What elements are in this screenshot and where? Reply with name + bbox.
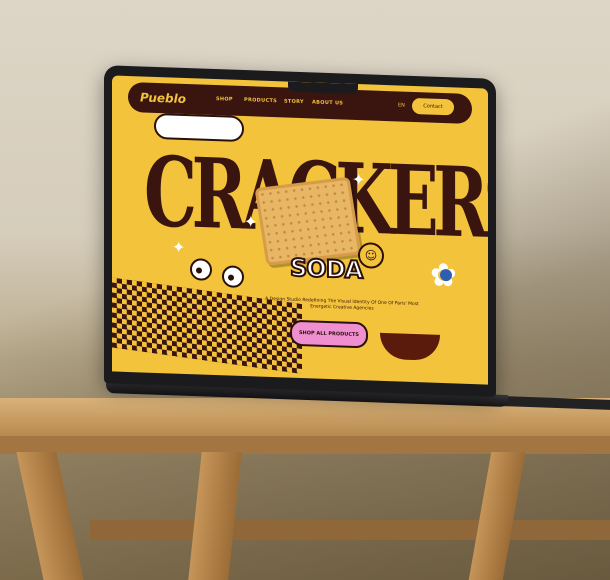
smiley-icon: ☺ xyxy=(358,242,384,269)
contact-button[interactable]: Contact xyxy=(412,97,454,116)
nav-shop[interactable]: SHOP xyxy=(216,96,233,103)
nav-story[interactable]: STORY xyxy=(284,98,304,105)
cup-illustration xyxy=(380,332,440,361)
checkerboard-pattern xyxy=(112,277,302,375)
flower-icon: ✿ xyxy=(430,255,457,295)
eyes-icon xyxy=(190,258,212,281)
laptop-screen: Pueblo SHOP PRODUCTS STORY ABOUT US EN C… xyxy=(112,75,488,385)
laptop: Pueblo SHOP PRODUCTS STORY ABOUT US EN C… xyxy=(104,65,496,397)
hero-subheadline: SODA xyxy=(289,253,363,286)
nav-about-us[interactable]: ABOUT US xyxy=(312,99,343,106)
eyes-icon xyxy=(222,265,244,289)
table-shelf xyxy=(90,520,610,540)
site-logo[interactable]: Pueblo xyxy=(140,90,186,106)
shop-all-products-button[interactable]: SHOP ALL PRODUCTS xyxy=(290,319,368,349)
language-selector[interactable]: EN xyxy=(398,102,405,108)
sparkle-icon: ✦ xyxy=(244,212,258,232)
sparkle-icon: ✦ xyxy=(172,237,186,257)
sparkle-icon: ✦ xyxy=(352,169,366,190)
cracker-image xyxy=(254,176,362,266)
nav-products[interactable]: PRODUCTS xyxy=(244,97,277,104)
